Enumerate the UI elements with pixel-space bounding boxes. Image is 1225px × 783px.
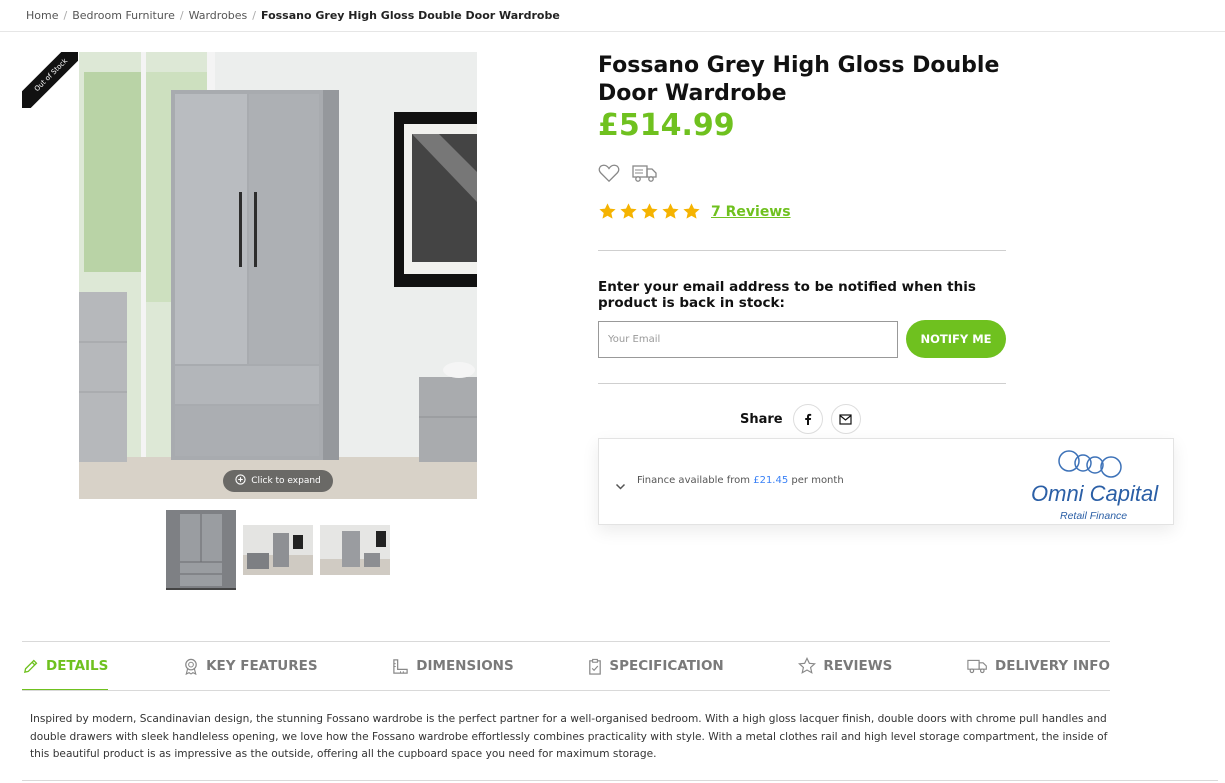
click-to-expand-label: Click to expand: [251, 476, 321, 486]
section-divider: [598, 250, 1006, 251]
star-icon: [620, 203, 637, 219]
tab-delivery-info-label: DELIVERY INFO: [995, 658, 1110, 674]
tab-key-features[interactable]: KEY FEATURES: [183, 642, 318, 690]
tab-reviews[interactable]: REVIEWS: [798, 642, 892, 690]
tab-specification-label: SPECIFICATION: [609, 658, 724, 674]
product-price: £514.99: [598, 108, 735, 143]
breadcrumb-wardrobes[interactable]: Wardrobes: [189, 9, 248, 22]
star-icon: [683, 203, 700, 219]
facebook-icon: [804, 413, 811, 425]
finance-suffix: per month: [791, 475, 844, 486]
product-title: Fossano Grey High Gloss Double Door Ward…: [598, 53, 1000, 106]
footer-divider: [22, 780, 1218, 781]
star-icon: [599, 203, 616, 219]
award-icon: [185, 658, 197, 675]
email-share-button[interactable]: [830, 404, 861, 434]
finance-prefix: Finance available from: [637, 475, 751, 486]
tab-reviews-label: REVIEWS: [823, 658, 893, 674]
delivery-truck-icon[interactable]: [632, 163, 658, 187]
clipboard-icon: [589, 658, 602, 675]
breadcrumb-separator: /: [252, 9, 256, 22]
breadcrumb-current: Fossano Grey High Gloss Double Door Ward…: [261, 9, 560, 22]
click-to-expand-button[interactable]: Click to expand: [223, 470, 333, 492]
product-main-image[interactable]: [79, 52, 477, 499]
wishlist-heart-icon[interactable]: [598, 163, 620, 187]
star-icon: [641, 203, 658, 219]
omni-capital-name: Omni Capital: [1031, 481, 1159, 506]
finance-panel[interactable]: Finance available from £21.45 per month …: [598, 438, 1174, 525]
product-tabs: DETAILS KEY FEATURES DIMENSIONS SPECIFIC…: [22, 642, 1110, 691]
tab-specification[interactable]: SPECIFICATION: [588, 642, 724, 690]
breadcrumb: Home / Bedroom Furniture / Wardrobes / F…: [26, 9, 560, 22]
chevron-down-icon[interactable]: [615, 476, 626, 495]
pencil-icon: [23, 659, 38, 673]
truck-icon: [967, 659, 987, 674]
tab-details[interactable]: DETAILS: [22, 642, 109, 691]
tab-delivery-info[interactable]: DELIVERY INFO: [967, 642, 1110, 690]
out-of-stock-ribbon: Out of Stock: [22, 52, 78, 108]
thumbnail-1[interactable]: [166, 510, 236, 590]
zoom-plus-icon: [235, 474, 246, 488]
share-label: Share: [740, 411, 783, 427]
breadcrumb-separator: /: [63, 9, 68, 22]
share-bar: Share: [740, 404, 861, 434]
tab-dimensions[interactable]: DIMENSIONS: [392, 642, 514, 690]
email-field[interactable]: [598, 321, 898, 358]
section-divider: [598, 383, 1006, 384]
out-of-stock-label: Out of Stock: [22, 52, 78, 108]
email-icon: [839, 413, 852, 425]
breadcrumb-bedroom-furniture[interactable]: Bedroom Furniture: [72, 9, 175, 22]
breadcrumb-home[interactable]: Home: [26, 9, 58, 22]
rating-stars: [598, 202, 701, 221]
omni-capital-logo: Omni Capital Retail Finance: [1029, 443, 1169, 523]
finance-amount: £21.45: [753, 475, 789, 486]
product-actions: [598, 163, 658, 187]
thumbnail-2[interactable]: [243, 525, 313, 575]
thumbnail-strip: [166, 510, 390, 590]
star-icon: [798, 657, 817, 674]
notify-label: Enter your email address to be notified …: [598, 279, 976, 311]
thumbnail-3[interactable]: [320, 525, 390, 575]
tab-details-label: DETAILS: [46, 658, 109, 674]
ruler-icon: [393, 658, 409, 674]
tabs-bottom-border: [22, 690, 1110, 691]
product-rating: 7 Reviews: [598, 202, 791, 221]
notify-me-button[interactable]: NOTIFY ME: [906, 320, 1006, 358]
header-divider: [0, 31, 1225, 32]
star-icon: [662, 203, 679, 219]
product-description: Inspired by modern, Scandinavian design,…: [30, 713, 1108, 760]
tab-dimensions-label: DIMENSIONS: [416, 658, 514, 674]
tab-key-features-label: KEY FEATURES: [206, 658, 318, 674]
facebook-share-button[interactable]: [792, 404, 823, 434]
finance-text: Finance available from £21.45 per month: [637, 475, 844, 486]
breadcrumb-separator: /: [179, 9, 184, 22]
omni-capital-subtitle: Retail Finance: [1060, 510, 1127, 522]
reviews-link[interactable]: 7 Reviews: [711, 204, 791, 220]
